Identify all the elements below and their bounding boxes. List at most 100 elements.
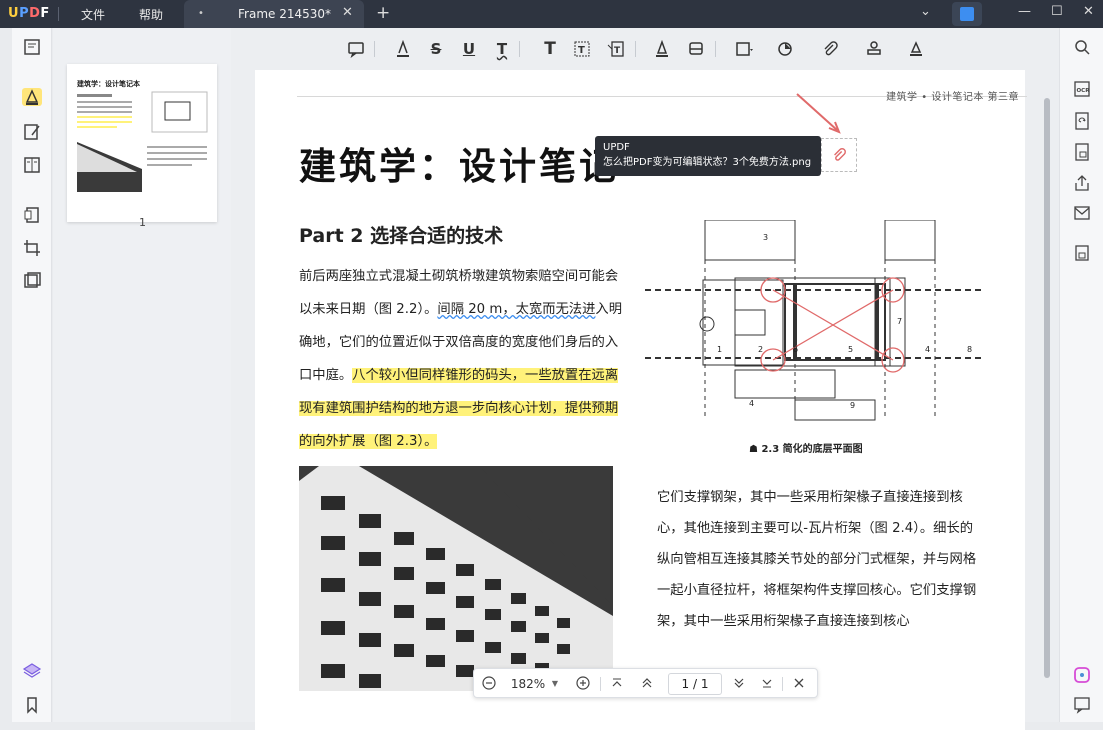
crop-icon[interactable] [22,239,42,257]
svg-text:T: T [578,45,585,56]
tab-close-icon[interactable]: ✕ [342,5,353,20]
thumbnail-panel: 建筑学：设计笔记本 1 [53,28,231,722]
page-input[interactable]: 1 / 1 [668,673,722,695]
ocr-icon[interactable]: OCR [1072,80,1092,98]
current-page: 1 [681,677,690,691]
chat-icon[interactable] [1072,696,1092,714]
toolbar-separator [715,41,716,57]
text-icon[interactable]: T [541,40,559,58]
tab-title: Frame 214530* [238,7,332,21]
app-icon[interactable] [952,2,982,26]
pagebar-separator [782,677,783,691]
body-paragraph-1: 前后两座独立式混凝土砌筑桥墩建筑物索赔空间可能会以未来日期（图 2.2）。间隔 … [299,260,629,458]
close-pagebar-icon[interactable] [790,675,808,693]
plan-label: 3 [763,233,768,242]
tooltip-app-name: UPDF [603,142,630,153]
pencil-icon[interactable] [653,39,671,58]
zoom-in-icon[interactable] [574,675,592,693]
convert-icon[interactable] [22,272,42,290]
underline-icon[interactable]: U [460,40,478,58]
next-page-icon[interactable] [730,675,748,693]
sticky-icon[interactable] [777,40,795,58]
plan-label: 5 [848,345,853,354]
first-page-icon[interactable] [608,675,626,693]
plan-label: 4 [749,399,754,408]
stamp-icon[interactable] [865,40,883,58]
document-tab[interactable]: • Frame 214530* ✕ [184,0,364,28]
share-icon[interactable] [1072,174,1092,192]
page-title: 建筑学：设计笔记 [299,145,619,188]
red-arrow-annotation[interactable] [795,92,845,137]
shape-icon[interactable] [735,40,753,58]
plan-label: 4 [925,345,930,354]
signature-icon[interactable] [907,40,925,58]
zoom-level[interactable]: 182% [510,675,546,693]
text-callout-icon[interactable]: T [607,40,625,58]
plan-label: 7 [897,317,902,326]
prev-page-icon[interactable] [638,675,656,693]
tooltip-filename: 怎么把PDF变为可编辑状态？3个免费方法.png [603,157,812,168]
zoom-dropdown-icon[interactable]: ▼ [550,675,560,693]
plan-label: 2 [758,345,763,354]
updf-logo[interactable]: UPDF [8,6,50,21]
vertical-scrollbar[interactable] [1044,98,1050,678]
plan-label: 6 [793,345,798,354]
total-pages: 1 [700,677,709,691]
paperclip-icon [834,148,846,161]
convert-pdf-icon[interactable] [1072,112,1092,130]
strikethrough-icon[interactable]: S [427,40,445,58]
pagebar-separator [600,677,601,691]
menu-help[interactable]: 帮助 [139,6,163,23]
plan-label: 8 [967,345,972,354]
left-toolbar [12,28,52,722]
menu-file[interactable]: 文件 [81,6,105,23]
attachment-icon[interactable] [821,40,839,58]
toolbar-separator [374,41,375,57]
close-window-button[interactable]: ✕ [1083,4,1094,19]
organize-icon[interactable] [22,206,42,224]
bookmark-icon[interactable] [22,696,42,714]
save-icon[interactable] [1072,244,1092,262]
plan-label: 1 [717,345,722,354]
dropdown-icon[interactable]: ⌄ [920,4,931,19]
svg-text:建筑学：设计笔记本: 建筑学：设计笔记本 [77,79,140,88]
textbox-icon[interactable]: T [573,40,591,58]
minimize-button[interactable]: — [1018,4,1031,19]
document-area: S U T T T T 建筑学 • 设计笔记本 第三章 建筑学：设计笔记 UPD… [231,28,1059,730]
ai-icon[interactable] [1072,666,1092,684]
thumbnail-page-number: 1 [139,216,146,229]
page-navigation-bar: 182% ▼ 1 / 1 [473,668,818,698]
search-icon[interactable] [1072,38,1092,56]
squiggly-icon[interactable]: T [493,40,511,58]
note-icon[interactable] [347,40,365,59]
tab-modified-dot: • [198,8,204,19]
new-tab-button[interactable]: + [376,3,390,23]
reader-icon[interactable] [22,38,42,56]
comment-icon[interactable] [22,88,42,106]
layers-icon[interactable] [22,662,42,680]
eraser-icon[interactable] [687,40,705,58]
section-heading: Part 2 选择合适的技术 [299,225,504,247]
protect-icon[interactable] [1072,143,1092,161]
right-toolbar: OCR [1059,28,1103,722]
highlight-icon[interactable] [394,39,412,58]
figure-caption: ☗ 2.3 简化的底层平面图 [749,444,863,455]
maximize-button[interactable]: ☐ [1051,4,1063,19]
building-photo [299,466,613,691]
title-separator [58,7,59,21]
pdf-page[interactable]: 建筑学 • 设计笔记本 第三章 建筑学：设计笔记 UPDF 怎么把PDF变为可编… [255,70,1027,730]
edit-icon[interactable] [22,123,42,141]
annotation-toolbar: S U T T T T [231,28,1059,68]
zoom-out-icon[interactable] [480,675,498,693]
plan-label: 9 [850,401,855,410]
form-icon[interactable] [22,156,42,174]
title-bar: UPDF 文件 帮助 • Frame 214530* ✕ + ⌄ — ☐ ✕ [0,0,1103,28]
squiggly-underline-annotation[interactable]: 间隔 20 m，太宽而无法进 [437,302,595,317]
email-icon[interactable] [1072,204,1092,222]
svg-text:OCR: OCR [1077,88,1091,94]
page-thumbnail[interactable]: 建筑学：设计笔记本 [67,64,217,222]
attachment-annotation[interactable] [821,138,857,172]
last-page-icon[interactable] [758,675,776,693]
body-paragraph-2: 它们支撑钢架，其中一些采用桁架椽子直接连接到核心，其他连接到主要可以-瓦片桁架（… [657,490,977,629]
page-separator: / [692,677,698,691]
